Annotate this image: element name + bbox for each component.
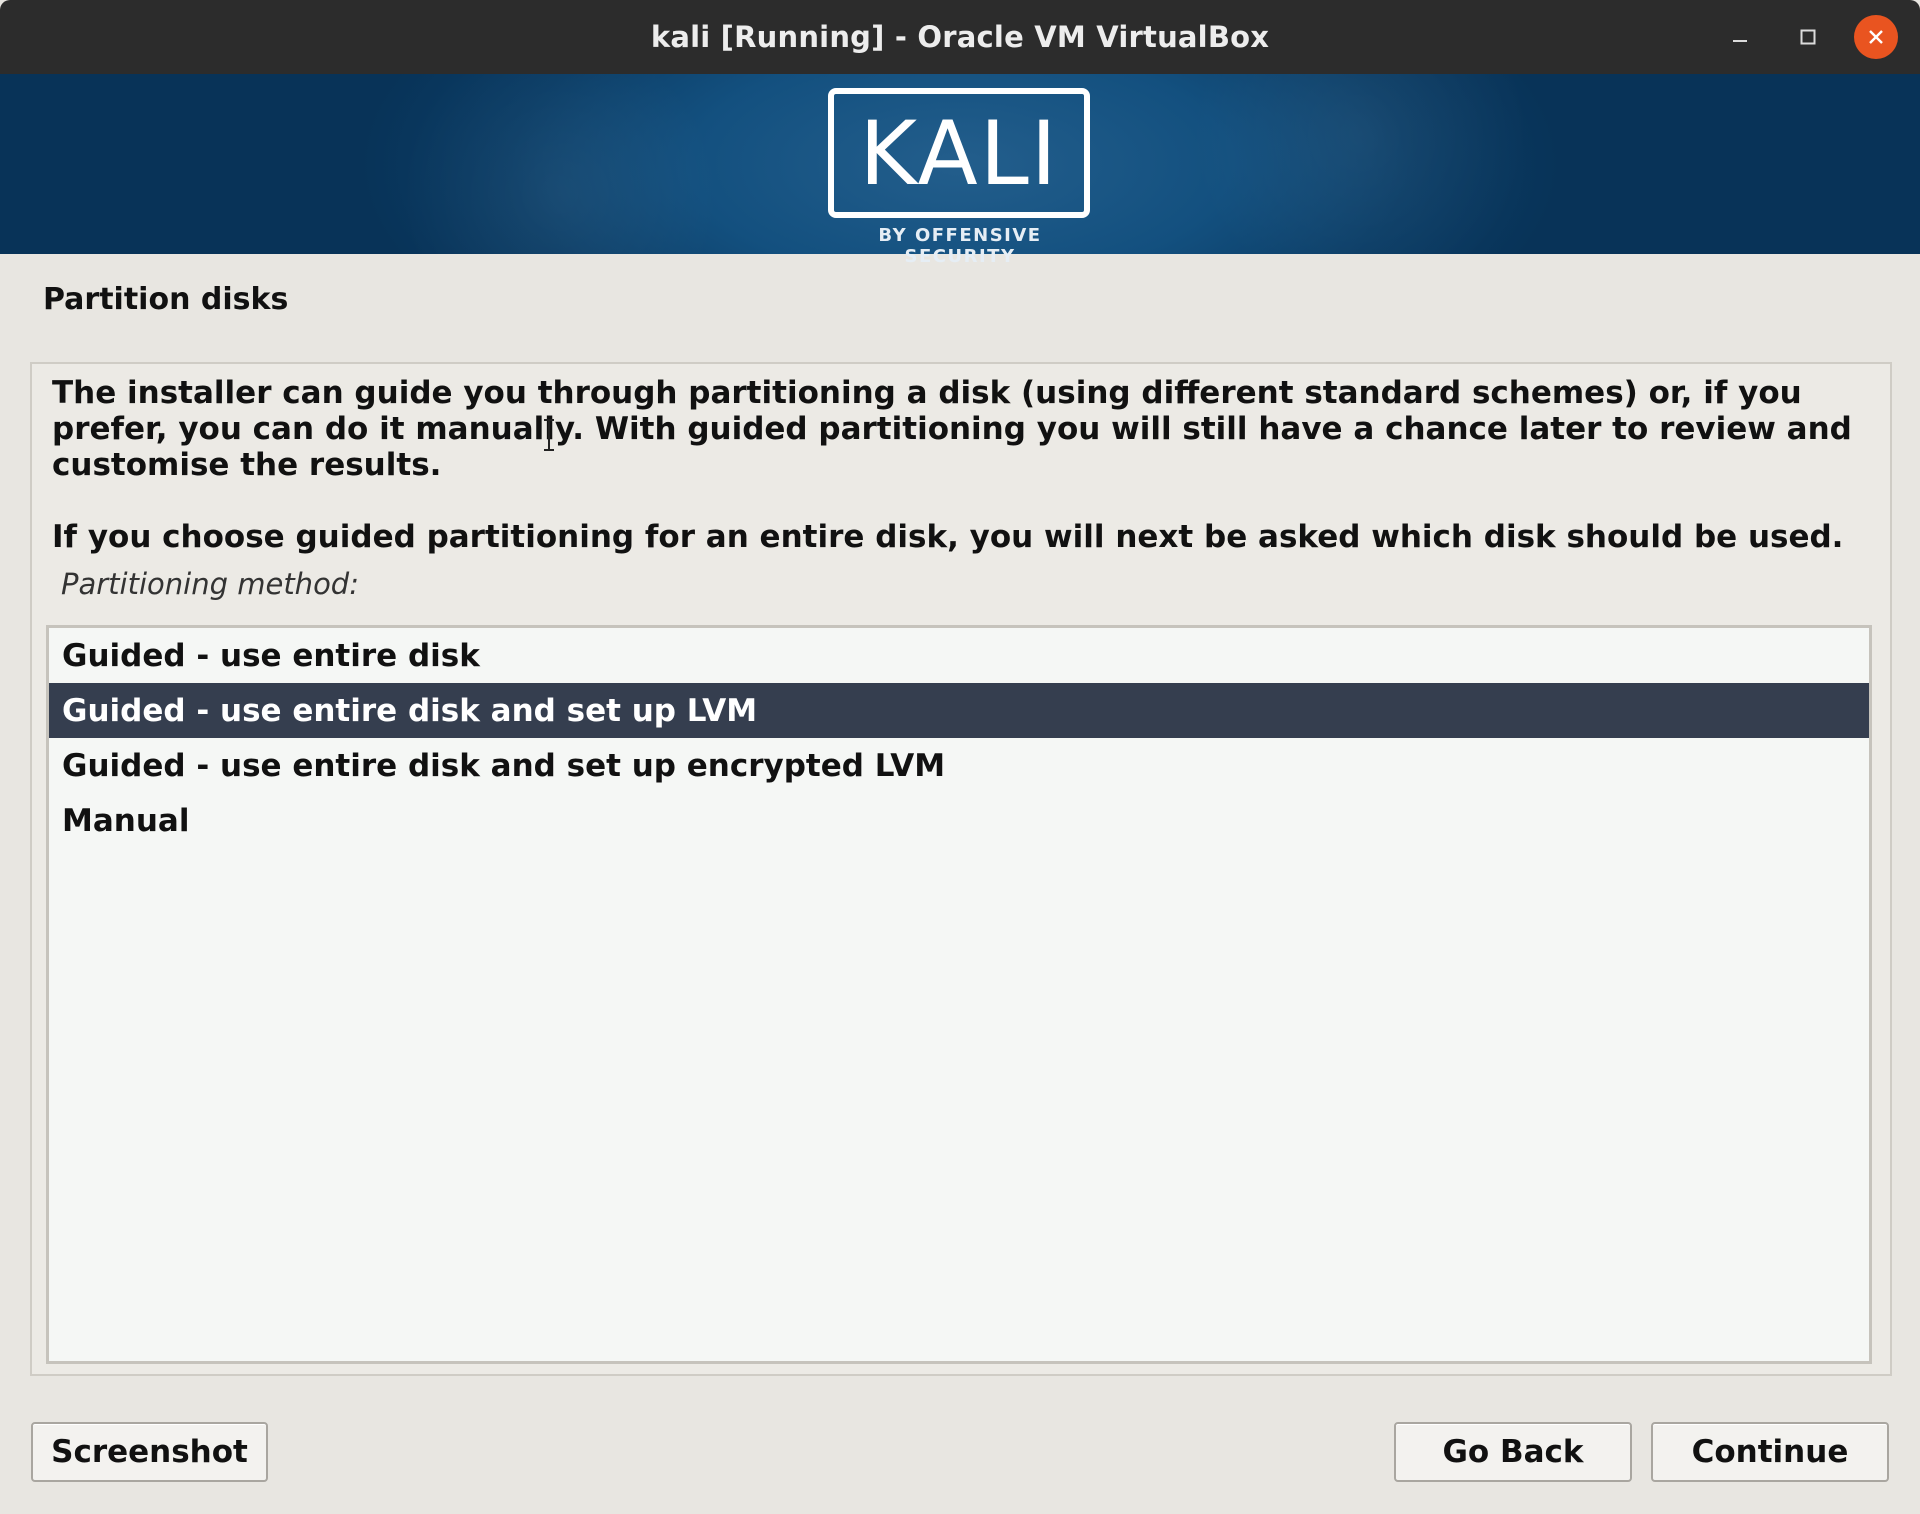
minimize-icon[interactable] (1718, 15, 1762, 59)
window-controls (1718, 0, 1898, 74)
list-item-guided-encrypted-lvm[interactable]: Guided - use entire disk and set up encr… (49, 738, 1869, 793)
list-item-manual[interactable]: Manual (49, 793, 1869, 848)
window-title: kali [Running] - Oracle VM VirtualBox (650, 20, 1270, 54)
step-description-secondary: If you choose guided partitioning for an… (52, 519, 1844, 555)
page-title: Partition disks (43, 282, 289, 317)
partitioning-method-label: Partitioning method: (61, 567, 359, 601)
kali-logo: KALI BY OFFENSIVE SECURITY (826, 86, 1094, 267)
list-item-guided-lvm[interactable]: Guided - use entire disk and set up LVM (49, 683, 1869, 738)
step-description: The installer can guide you through part… (52, 375, 1852, 483)
kali-logo-box: KALI (828, 88, 1090, 218)
text-cursor-icon (544, 419, 554, 451)
go-back-button[interactable]: Go Back (1394, 1422, 1632, 1482)
list-item-guided-entire-disk[interactable]: Guided - use entire disk (49, 628, 1869, 683)
partitioning-method-list[interactable]: Guided - use entire disk Guided - use en… (46, 625, 1872, 1364)
virtualbox-window: kali [Running] - Oracle VM VirtualBox KA… (0, 0, 1920, 1514)
close-icon[interactable] (1854, 15, 1898, 59)
title-bar[interactable]: kali [Running] - Oracle VM VirtualBox (0, 0, 1920, 74)
installer-banner: KALI BY OFFENSIVE SECURITY (0, 74, 1920, 267)
kali-logo-text: KALI (859, 102, 1059, 205)
continue-button[interactable]: Continue (1651, 1422, 1889, 1482)
screenshot-button[interactable]: Screenshot (31, 1422, 268, 1482)
kali-logo-subtext: BY OFFENSIVE SECURITY (878, 225, 1042, 267)
maximize-icon[interactable] (1786, 15, 1830, 59)
